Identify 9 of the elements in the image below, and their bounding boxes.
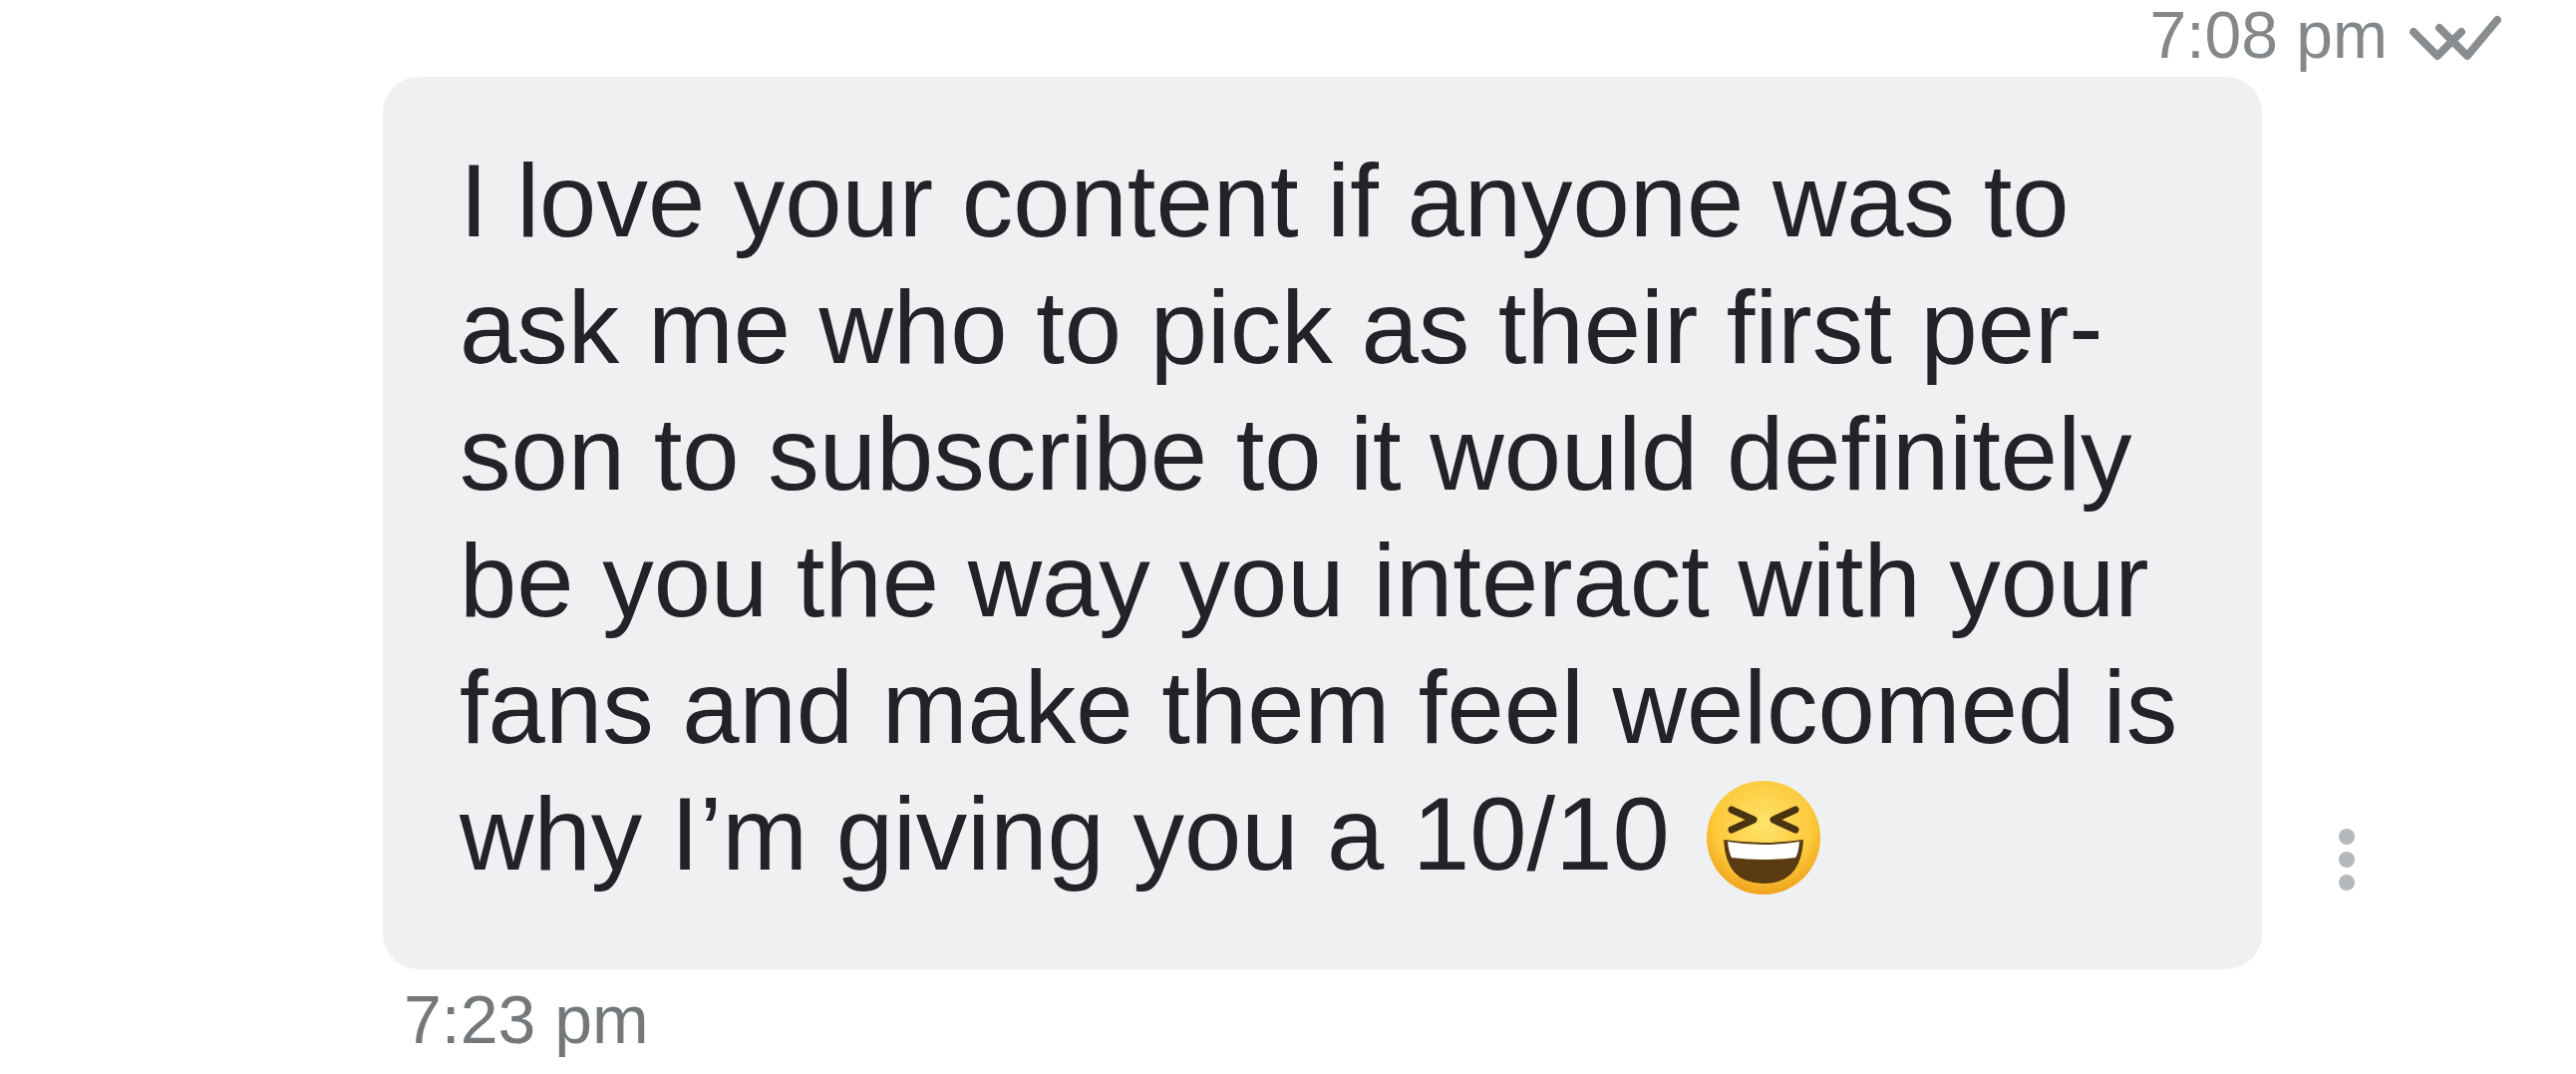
message-line: son to subscribe to it would definitely	[460, 397, 2132, 512]
message-line: fans and make them feel welcomed is	[460, 650, 2178, 765]
message-line: ask me who to pick as their first per-	[460, 270, 2103, 385]
message-line: why I’m giving you a 10/10	[460, 777, 1670, 892]
message-line: I love your content if anyone was to	[460, 144, 2070, 258]
laughing-face-icon	[1705, 780, 1821, 895]
more-options-icon[interactable]	[2337, 827, 2357, 893]
message-line: be you the way you interact with your	[460, 524, 2149, 638]
timestamp: 7:23 pm	[404, 981, 649, 1057]
